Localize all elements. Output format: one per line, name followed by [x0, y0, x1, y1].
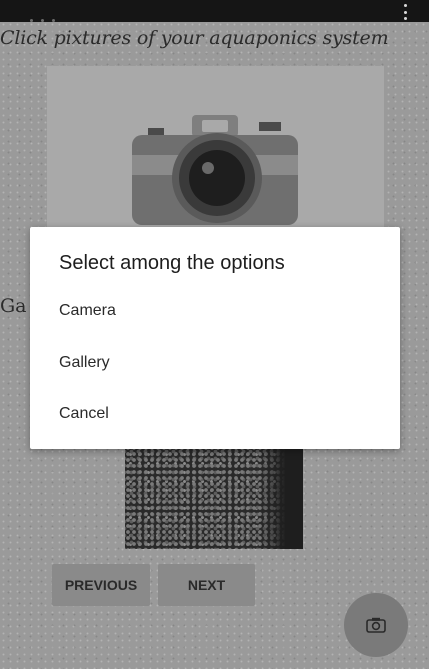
dialog-option-cancel[interactable]: Cancel	[30, 391, 400, 437]
dialog-option-gallery[interactable]: Gallery	[30, 340, 400, 386]
options-dialog: Select among the options Camera Gallery …	[30, 227, 400, 449]
previous-button[interactable]: PREVIOUS	[52, 564, 150, 606]
camera-fab[interactable]	[344, 593, 408, 657]
gravel-photo	[125, 445, 303, 549]
status-bar	[0, 0, 429, 22]
camera-icon	[366, 617, 386, 633]
dialog-title: Select among the options	[59, 252, 285, 274]
next-button[interactable]: NEXT	[158, 564, 255, 606]
camera-illustration	[132, 115, 298, 225]
dialog-option-camera[interactable]: Camera	[30, 288, 400, 334]
overflow-menu-icon[interactable]	[403, 4, 407, 20]
app-screen: Click pixtures of your aquaponics system…	[0, 0, 429, 669]
page-title: Click pixtures of your aquaponics system	[0, 27, 389, 49]
status-indicators	[30, 9, 70, 22]
gallery-section-label: Ga	[0, 295, 27, 317]
